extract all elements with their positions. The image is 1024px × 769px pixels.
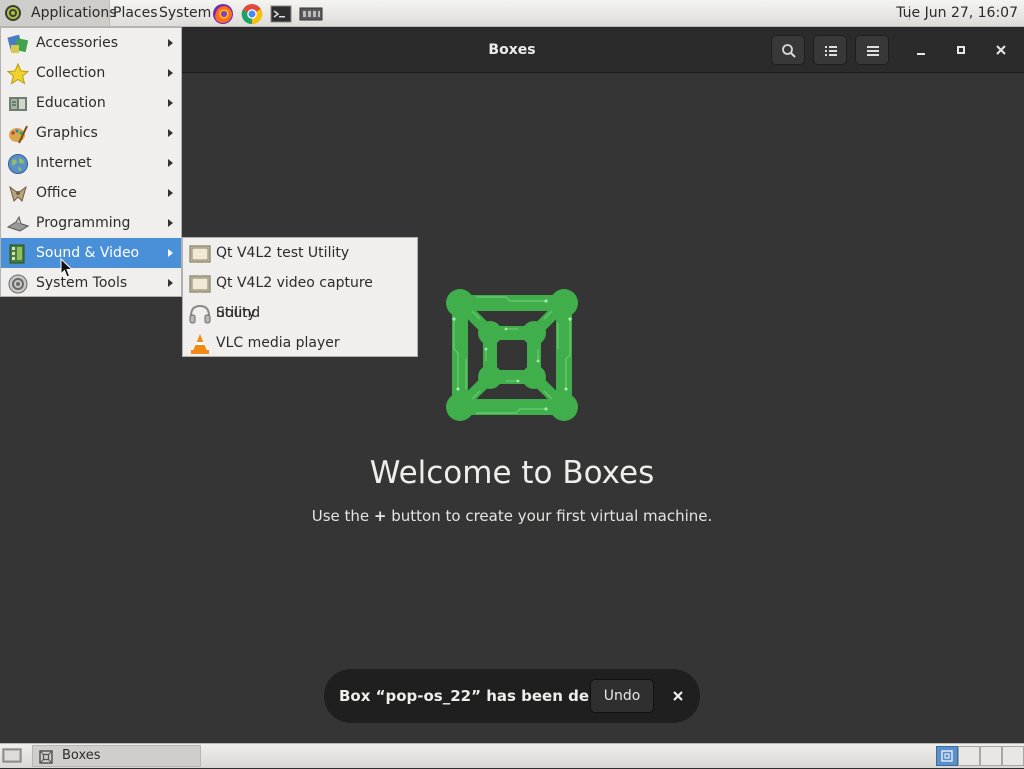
minimize-button[interactable]	[908, 37, 934, 63]
applications-dropdown: Accessories Collection Education Graphic…	[0, 27, 182, 297]
menu-item-office[interactable]: Office	[1, 178, 181, 208]
submenu-item-sound[interactable]: Sound	[183, 298, 417, 328]
system-tools-icon	[8, 274, 28, 294]
menu-item-label: Programming	[36, 215, 131, 231]
vlc-icon	[191, 334, 209, 354]
welcome-title: Welcome to Boxes	[369, 455, 655, 491]
notification-close-icon[interactable]	[668, 686, 688, 706]
welcome-subtitle-post: button to create your first virtual mach…	[386, 507, 713, 525]
menu-item-sound-video[interactable]: Sound & Video	[1, 238, 181, 268]
menu-item-graphics[interactable]: Graphics	[1, 118, 181, 148]
firefox-icon[interactable]	[212, 3, 234, 25]
notification-message: Box “pop-os_22” has been deleted	[339, 687, 633, 705]
menu-item-label: System Tools	[36, 275, 128, 291]
search-button[interactable]	[771, 35, 805, 65]
submenu-item-label: Qt V4L2 test Utility	[216, 245, 350, 261]
terminal-icon[interactable]	[270, 3, 292, 25]
submenu-item-label: Sound	[216, 305, 261, 321]
taskbar-item-label: Boxes	[62, 748, 101, 763]
menu-item-label: Graphics	[36, 125, 98, 141]
submenu-arrow-icon	[168, 39, 173, 47]
applications-menu[interactable]: Applications	[0, 0, 117, 26]
menu-item-collection[interactable]: Collection	[1, 58, 181, 88]
submenu-arrow-icon	[168, 159, 173, 167]
welcome-subtitle: Use the + button to create your first vi…	[0, 507, 1024, 525]
submenu-item-vlc[interactable]: VLC media player	[183, 328, 417, 358]
plus-symbol: +	[373, 507, 387, 525]
qt-v4l2-icon	[189, 245, 211, 263]
accessories-icon	[7, 34, 29, 53]
qt-v4l2-icon	[189, 275, 211, 293]
menu-item-accessories[interactable]: Accessories	[1, 28, 181, 58]
education-icon	[9, 97, 27, 111]
programming-icon	[7, 215, 29, 232]
undo-button[interactable]: Undo	[590, 679, 654, 713]
submenu-item-label: VLC media player	[216, 335, 340, 351]
menu-item-label: Accessories	[36, 35, 119, 51]
show-desktop-icon[interactable]	[2, 747, 22, 765]
multimedia-icon	[9, 244, 25, 264]
submenu-item-qt-v4l2-capture[interactable]: Qt V4L2 video capture utility	[183, 268, 417, 321]
submenu-arrow-icon	[168, 249, 173, 257]
vmm-icon[interactable]	[299, 3, 323, 25]
submenu-arrow-icon	[168, 69, 173, 77]
main-menu-button[interactable]	[855, 35, 889, 65]
gnome-foot-icon	[5, 5, 21, 21]
bottom-panel: Boxes	[0, 743, 1024, 768]
list-view-icon	[825, 46, 837, 56]
sound-icon	[189, 304, 211, 324]
mouse-cursor-icon	[60, 258, 74, 278]
workspace-1[interactable]	[936, 746, 958, 766]
chrome-icon[interactable]	[241, 3, 263, 25]
workspace-4[interactable]	[1002, 746, 1024, 766]
submenu-arrow-icon	[168, 129, 173, 137]
menu-icon	[867, 46, 879, 56]
boxes-app-icon	[39, 750, 53, 764]
menu-item-label: Collection	[36, 65, 106, 81]
welcome-subtitle-pre: Use the	[311, 507, 374, 525]
close-icon	[996, 45, 1006, 55]
star-icon	[7, 63, 29, 85]
deleted-notification: Box “pop-os_22” has been deleted Undo	[324, 669, 700, 723]
submenu-arrow-icon	[168, 189, 173, 197]
list-view-button[interactable]	[813, 35, 847, 65]
boxes-app-icon	[941, 750, 953, 762]
menu-item-system-tools[interactable]: System Tools	[1, 268, 181, 298]
system-menu[interactable]: System	[159, 0, 211, 26]
maximize-icon	[957, 46, 965, 54]
clock[interactable]: Tue Jun 27, 16:07	[896, 0, 1018, 26]
menu-item-label: Internet	[36, 155, 92, 171]
menu-item-label: Sound & Video	[36, 245, 140, 261]
submenu-arrow-icon	[168, 219, 173, 227]
submenu-item-qt-v4l2-test[interactable]: Qt V4L2 test Utility	[183, 238, 417, 268]
applications-label: Applications	[31, 5, 117, 21]
globe-icon	[8, 154, 28, 174]
office-icon	[9, 185, 27, 202]
submenu-arrow-icon	[168, 279, 173, 287]
menu-item-education[interactable]: Education	[1, 88, 181, 118]
search-icon	[782, 44, 796, 58]
submenu-arrow-icon	[168, 99, 173, 107]
menu-item-programming[interactable]: Programming	[1, 208, 181, 238]
close-button[interactable]	[988, 37, 1014, 63]
workspace-2[interactable]	[958, 746, 980, 766]
minimize-icon	[917, 53, 925, 55]
taskbar-item-boxes[interactable]: Boxes	[32, 745, 201, 767]
top-panel: Applications Places System Tue Jun 27, 1…	[0, 0, 1024, 27]
menu-item-label: Office	[36, 185, 77, 201]
maximize-button[interactable]	[948, 37, 974, 63]
boxes-logo	[446, 289, 578, 421]
menu-item-internet[interactable]: Internet	[1, 148, 181, 178]
sound-video-submenu: Qt V4L2 test Utility Qt V4L2 video captu…	[182, 237, 418, 357]
menu-item-label: Education	[36, 95, 106, 111]
workspace-3[interactable]	[980, 746, 1002, 766]
graphics-icon	[9, 125, 28, 144]
places-menu[interactable]: Places	[113, 0, 158, 26]
